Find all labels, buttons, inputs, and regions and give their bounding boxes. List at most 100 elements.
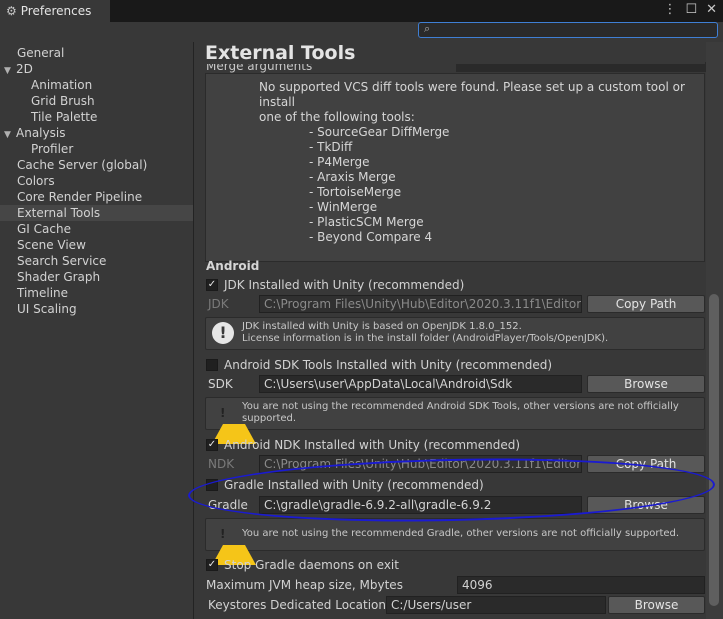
sidebar-item-analysis[interactable]: ▼ Analysis	[0, 125, 193, 141]
stop-gradle-checkbox[interactable]: ✓	[206, 559, 218, 571]
sdk-warning-box: ! You are not using the recommended Andr…	[205, 397, 705, 444]
sidebar-item-label: Search Service	[17, 254, 107, 268]
ndk-checkbox-label: Android NDK Installed with Unity (recomm…	[224, 438, 521, 452]
main-content: Merge arguments External Tools No suppor…	[196, 42, 706, 619]
sdk-label: SDK	[208, 377, 233, 391]
ndk-copy-path-button[interactable]: Copy Path	[587, 455, 705, 473]
sidebar-item-cache-server-global[interactable]: Cache Server (global)	[0, 157, 193, 173]
sidebar-item-gi-cache[interactable]: GI Cache	[0, 221, 193, 237]
gradle-browse-button[interactable]: Browse	[587, 496, 705, 514]
jdk-path-field[interactable]: C:\Program Files\Unity\Hub\Editor\2020.3…	[259, 295, 582, 313]
gear-icon: ⚙	[6, 4, 17, 18]
sidebar-item-profiler[interactable]: Profiler	[0, 141, 193, 157]
jdk-info-text: JDK installed with Unity is based on Ope…	[242, 321, 522, 332]
gradle-warning-box: ! You are not using the recommended Grad…	[205, 518, 705, 565]
sdk-checkbox-label: Android SDK Tools Installed with Unity (…	[224, 358, 553, 372]
sidebar-item-label: Colors	[17, 174, 55, 188]
sdk-warning-text: You are not using the recommended Androi…	[242, 401, 679, 412]
gradle-checkbox[interactable]	[206, 479, 218, 491]
ndk-checkbox[interactable]: ✓	[206, 439, 218, 451]
search-input[interactable]: ⌕	[418, 22, 718, 38]
sidebar-item-external-tools[interactable]: External Tools	[0, 205, 193, 221]
sidebar-item-timeline[interactable]: Timeline	[0, 285, 193, 301]
ndk-path-field[interactable]: C:\Program Files\Unity\Hub\Editor\2020.3…	[259, 455, 582, 473]
preferences-tab[interactable]: ⚙ Preferences	[0, 0, 110, 22]
gradle-path-field[interactable]: C:\gradle\gradle-6.9.2-all\gradle-6.9.2	[259, 496, 582, 514]
android-section-header: Android	[206, 259, 260, 273]
sidebar-item-label: GI Cache	[17, 222, 71, 236]
sidebar-item-label: Shader Graph	[17, 270, 101, 284]
sidebar-item-label: Cache Server (global)	[17, 158, 148, 172]
sidebar: General ▼ 2D Animation Grid Brush Tile Palett…	[0, 42, 194, 619]
jvm-heap-label: Maximum JVM heap size, Mbytes	[206, 578, 403, 592]
more-icon[interactable]: ⋮	[663, 2, 676, 17]
sidebar-item-label: 2D	[16, 62, 33, 76]
scrollbar-thumb[interactable]	[709, 294, 719, 606]
stop-gradle-checkbox-row[interactable]: ✓ Stop Gradle daemons on exit	[206, 558, 399, 572]
gradle-warning-text: You are not using the recommended Gradle…	[242, 528, 680, 539]
keystore-browse-button[interactable]: Browse	[608, 596, 705, 614]
maximize-icon[interactable]: ☐	[685, 2, 697, 17]
sidebar-item-ui-scaling[interactable]: UI Scaling	[0, 301, 193, 317]
sidebar-item-tile-palette[interactable]: Tile Palette	[0, 109, 193, 125]
title-bar: ⚙ Preferences ⋮ ☐ ✕	[0, 0, 723, 22]
sidebar-item-label: Scene View	[17, 238, 86, 252]
vcs-tool-item: - Araxis Merge	[309, 170, 396, 184]
keystore-location-field[interactable]: C:/Users/user	[386, 596, 606, 614]
vcs-tool-item: - WinMerge	[309, 200, 378, 214]
sidebar-item-scene-view[interactable]: Scene View	[0, 237, 193, 253]
sidebar-item-label: UI Scaling	[17, 302, 77, 316]
gradle-checkbox-label: Gradle Installed with Unity (recommended…	[224, 478, 484, 492]
sidebar-nav: General ▼ 2D Animation Grid Brush Tile Palett…	[0, 45, 193, 317]
jdk-copy-path-button[interactable]: Copy Path	[587, 295, 705, 313]
vcs-tool-item: - Beyond Compare 4	[309, 230, 433, 244]
ndk-checkbox-row[interactable]: ✓ Android NDK Installed with Unity (reco…	[206, 438, 520, 452]
stop-gradle-label: Stop Gradle daemons on exit	[224, 558, 399, 572]
sdk-warning-text: supported.	[242, 413, 297, 424]
tab-title: Preferences	[20, 4, 92, 18]
keystore-location-label: Keystores Dedicated Location	[208, 598, 386, 612]
close-icon[interactable]: ✕	[706, 2, 717, 17]
chevron-down-icon[interactable]: ▼	[4, 63, 16, 79]
jdk-label: JDK	[208, 297, 229, 311]
sdk-checkbox[interactable]	[206, 359, 218, 371]
sidebar-item-label: Tile Palette	[31, 110, 98, 124]
sidebar-item-general[interactable]: General	[0, 45, 193, 61]
info-icon: !	[212, 322, 234, 344]
sidebar-item-label: External Tools	[17, 206, 101, 220]
sidebar-item-label: Timeline	[17, 286, 69, 300]
vcs-tool-item: - TkDiff	[309, 140, 353, 154]
jvm-heap-field[interactable]: 4096	[457, 576, 705, 594]
sidebar-item-label: Core Render Pipeline	[17, 190, 143, 204]
vcs-message-box: No supported VCS diff tools were found. …	[205, 73, 705, 262]
vcs-message-line: one of the following tools:	[259, 110, 415, 124]
sidebar-item-shader-graph[interactable]: Shader Graph	[0, 269, 193, 285]
sdk-checkbox-row[interactable]: Android SDK Tools Installed with Unity (…	[206, 358, 552, 372]
sidebar-item-label: Animation	[31, 78, 93, 92]
sidebar-item-animation[interactable]: Animation	[0, 77, 193, 93]
sdk-path-field[interactable]: C:\Users\user\AppData\Local\Android\Sdk	[259, 375, 582, 393]
vcs-tool-item: - TortoiseMerge	[309, 185, 402, 199]
chevron-down-icon[interactable]: ▼	[4, 127, 16, 143]
sidebar-item-colors[interactable]: Colors	[0, 173, 193, 189]
vcs-tool-item: - PlasticSCM Merge	[309, 215, 424, 229]
sidebar-item-core-render-pipeline[interactable]: Core Render Pipeline	[0, 189, 193, 205]
sidebar-item-2d[interactable]: ▼ 2D	[0, 61, 193, 77]
gradle-checkbox-row[interactable]: Gradle Installed with Unity (recommended…	[206, 478, 484, 492]
jdk-info-box: ! JDK installed with Unity is based on O…	[205, 317, 705, 350]
vcs-tool-item: - SourceGear DiffMerge	[309, 125, 450, 139]
sidebar-item-search-service[interactable]: Search Service	[0, 253, 193, 269]
vcs-message-line: No supported VCS diff tools were found. …	[259, 80, 685, 109]
page-title: External Tools	[205, 42, 705, 64]
search-icon: ⌕	[424, 22, 431, 35]
vcs-tool-item: - P4Merge	[309, 155, 370, 169]
jdk-checkbox[interactable]: ✓	[206, 279, 218, 291]
jdk-checkbox-row[interactable]: ✓ JDK Installed with Unity (recommended)	[206, 278, 464, 292]
sidebar-item-label: General	[17, 46, 65, 60]
sdk-browse-button[interactable]: Browse	[587, 375, 705, 393]
window-controls: ⋮ ☐ ✕	[663, 2, 717, 17]
ndk-label: NDK	[208, 457, 235, 471]
sidebar-item-label: Grid Brush	[31, 94, 95, 108]
gradle-label: Gradle	[208, 498, 248, 512]
sidebar-item-grid-brush[interactable]: Grid Brush	[0, 93, 193, 109]
